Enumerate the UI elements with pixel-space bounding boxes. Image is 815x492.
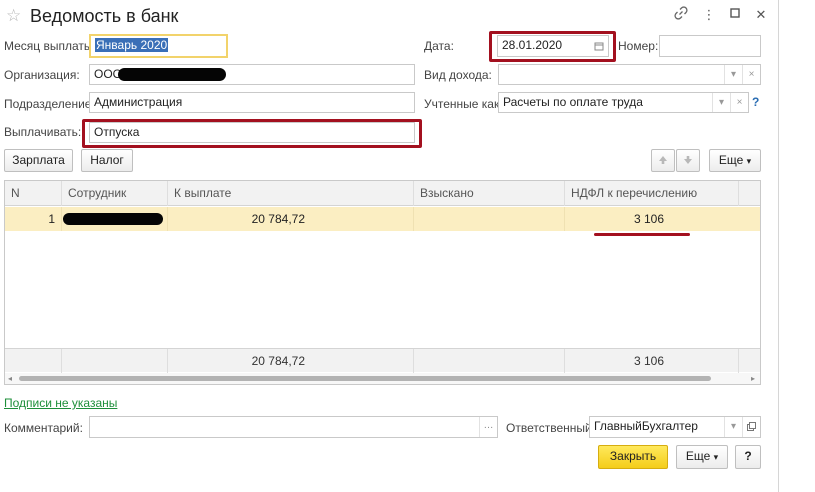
- total-cell-spacer: [738, 349, 761, 373]
- month-input[interactable]: Январь 2020: [89, 34, 228, 58]
- total-cell-n: [5, 349, 61, 373]
- row-withheld: [413, 207, 564, 231]
- window-border: [778, 0, 779, 492]
- row-ndfl: 3 106: [564, 207, 738, 231]
- footer-more-button[interactable]: Еще ▾: [676, 445, 728, 469]
- number-label: Номер:: [618, 39, 659, 53]
- date-input[interactable]: 28.01.2020: [497, 35, 609, 57]
- close-button[interactable]: Закрыть: [598, 445, 668, 469]
- column-header-spacer: [738, 181, 761, 206]
- total-to-pay: 20 784,72: [167, 349, 413, 373]
- comment-expand-icon[interactable]: …: [479, 417, 497, 437]
- organization-label: Организация:: [4, 68, 80, 82]
- footer-more-label: Еще: [685, 449, 711, 463]
- month-label: Месяц выплаты:: [4, 39, 96, 53]
- calendar-icon[interactable]: [590, 36, 608, 56]
- row-to-pay: 20 784,72: [167, 207, 413, 231]
- month-value: Январь 2020: [95, 38, 169, 52]
- responsible-dropdown-icon[interactable]: ▾: [724, 417, 742, 437]
- table-row[interactable]: 1 20 784,72 3 106: [5, 207, 760, 231]
- row-employee: [61, 207, 167, 231]
- number-input[interactable]: [659, 35, 761, 57]
- pay-input[interactable]: Отпуска: [89, 122, 415, 143]
- horizontal-scrollbar[interactable]: ◂ ▸: [5, 373, 760, 384]
- row-number: 1: [48, 212, 55, 226]
- column-header-ndfl[interactable]: НДФЛ к перечислению: [564, 181, 738, 206]
- total-cell-withheld: [413, 349, 564, 373]
- tax-button[interactable]: Налог: [81, 149, 133, 172]
- ndfl-underline-mark: [594, 233, 690, 236]
- income-dropdown-icon[interactable]: ▾: [724, 65, 742, 84]
- more-options-icon[interactable]: ⋮: [700, 6, 718, 24]
- link-icon[interactable]: [672, 6, 690, 24]
- payments-table: N Сотрудник К выплате Взыскано НДФЛ к пе…: [4, 180, 761, 385]
- move-down-icon[interactable]: [676, 149, 700, 172]
- salary-button[interactable]: Зарплата: [4, 149, 73, 172]
- column-header-to-pay[interactable]: К выплате: [167, 181, 413, 206]
- favorite-star-icon[interactable]: ☆: [6, 6, 21, 26]
- column-header-n[interactable]: N: [5, 181, 61, 206]
- footer-chevron-down-icon: ▾: [713, 452, 719, 462]
- income-type-input[interactable]: ▾ ×: [498, 64, 761, 85]
- column-header-employee[interactable]: Сотрудник: [61, 181, 167, 206]
- help-icon[interactable]: ?: [752, 95, 759, 109]
- page-title: Ведомость в банк: [30, 6, 179, 26]
- redacted-employee: [63, 213, 163, 225]
- date-label: Дата:: [424, 39, 454, 53]
- date-value: 28.01.2020: [502, 38, 563, 52]
- accounted-as-label: Учтенные как:: [424, 97, 503, 111]
- comment-input[interactable]: …: [89, 416, 498, 438]
- help-button[interactable]: ?: [735, 445, 761, 469]
- responsible-value: ГлавныйБухгалтер: [594, 419, 698, 433]
- accounted-as-value: Расчеты по оплате труда: [503, 95, 643, 109]
- redacted-organization: [118, 68, 226, 81]
- total-ndfl: 3 106: [564, 349, 738, 373]
- table-header: N Сотрудник К выплате Взыскано НДФЛ к пе…: [5, 181, 760, 206]
- scroll-left-icon[interactable]: ◂: [8, 373, 12, 384]
- maximize-icon[interactable]: [726, 6, 744, 24]
- responsible-open-icon[interactable]: [742, 417, 760, 437]
- pay-label: Выплачивать:: [4, 125, 82, 139]
- more-button-label: Еще: [718, 153, 744, 167]
- income-clear-icon[interactable]: ×: [742, 65, 760, 84]
- column-header-withheld[interactable]: Взыскано: [413, 181, 564, 206]
- responsible-label: Ответственный:: [506, 421, 596, 435]
- responsible-input[interactable]: ГлавныйБухгалтер ▾: [589, 416, 761, 438]
- accounted-dropdown-icon[interactable]: ▾: [712, 93, 730, 112]
- accounted-as-input[interactable]: Расчеты по оплате труда ▾ ×: [498, 92, 749, 113]
- department-label: Подразделение:: [4, 97, 95, 111]
- chevron-down-icon: ▾: [746, 156, 752, 166]
- total-cell-employee: [61, 349, 167, 373]
- accounted-clear-icon[interactable]: ×: [730, 93, 748, 112]
- income-type-label: Вид дохода:: [424, 68, 492, 82]
- close-icon[interactable]: ✕: [752, 6, 770, 24]
- move-up-icon[interactable]: [651, 149, 675, 172]
- comment-label: Комментарий:: [4, 421, 83, 435]
- signatures-link[interactable]: Подписи не указаны: [4, 396, 117, 410]
- department-input[interactable]: Администрация: [89, 92, 415, 113]
- more-button[interactable]: Еще ▾: [709, 149, 761, 172]
- scrollbar-thumb[interactable]: [19, 376, 711, 381]
- scroll-right-icon[interactable]: ▸: [751, 373, 755, 384]
- table-totals: 20 784,72 3 106: [5, 348, 761, 373]
